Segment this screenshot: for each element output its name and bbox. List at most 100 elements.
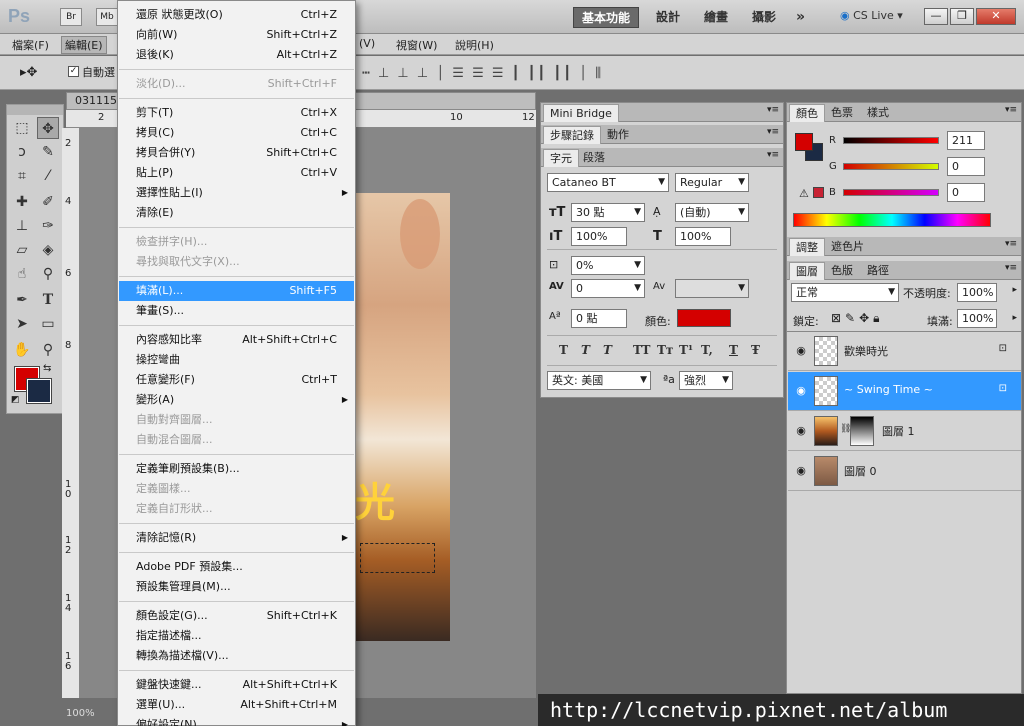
layer-row[interactable]: ◉ 圖層 0: [788, 452, 1021, 491]
lock-icons[interactable]: ⊠✎✥🔒︎: [831, 311, 884, 326]
baseline-shift-field[interactable]: 0 點: [571, 309, 627, 328]
all-caps-button[interactable]: TT: [633, 343, 650, 357]
panel-menu-icon[interactable]: ▾≡: [1005, 105, 1017, 115]
tab-character[interactable]: 字元: [543, 149, 579, 167]
opacity-field[interactable]: 100%: [957, 283, 997, 302]
panel-menu-icon[interactable]: ▾≡: [1005, 239, 1017, 249]
fill-field[interactable]: 100%: [957, 309, 997, 328]
menu-item[interactable]: 定義筆刷預設集(B)...: [119, 459, 354, 479]
visibility-eye-icon[interactable]: ◉: [794, 424, 808, 438]
brush-tool-icon[interactable]: ✐: [37, 191, 59, 213]
menu-item[interactable]: 剪下(T) Ctrl+X: [119, 103, 354, 123]
vertical-scale-field[interactable]: 100%: [571, 227, 627, 246]
panel-menu-icon[interactable]: ▾≡: [1005, 263, 1017, 273]
tab-color[interactable]: 顏色: [789, 104, 825, 122]
tab-styles[interactable]: 樣式: [861, 104, 895, 122]
document-image[interactable]: [340, 193, 450, 641]
tab-mini-bridge[interactable]: Mini Bridge: [543, 104, 619, 122]
layer-name[interactable]: ~ Swing Time ~: [844, 383, 933, 396]
tab-swatches[interactable]: 色票: [825, 104, 859, 122]
layer-row[interactable]: ◉ ⛓ 圖層 1: [788, 412, 1021, 451]
menu-item[interactable]: 偏好設定(N) ▶: [119, 715, 354, 726]
g-slider[interactable]: [843, 163, 939, 170]
layer-name[interactable]: 圖層 0: [844, 463, 877, 479]
menu-item[interactable]: 變形(A) ▶: [119, 390, 354, 410]
move-tool-icon[interactable]: ✥: [37, 117, 59, 139]
r-value[interactable]: 211: [947, 131, 985, 150]
more-workspaces-icon[interactable]: »: [788, 7, 813, 28]
kerning-field[interactable]: 0 ▼: [571, 279, 645, 298]
horizontal-scale-field[interactable]: 100%: [675, 227, 731, 246]
faux-italic-button[interactable]: T: [581, 343, 590, 357]
clone-stamp-tool-icon[interactable]: ⊥: [11, 215, 33, 237]
menu-item[interactable]: 向前(W) Shift+Ctrl+Z: [119, 25, 354, 45]
workspace-design[interactable]: 設計: [648, 7, 688, 28]
mini-bridge-button[interactable]: Mb: [96, 8, 118, 26]
font-size-field[interactable]: 30 點 ▼: [571, 203, 645, 222]
hand-tool-icon[interactable]: ✋: [11, 339, 33, 361]
menu-item[interactable]: 退後(K) Alt+Ctrl+Z: [119, 45, 354, 65]
layer-row-selected[interactable]: ◉ ~ Swing Time ~ ⊡: [788, 372, 1021, 411]
menu-item[interactable]: 預設集管理員(M)...: [119, 577, 354, 597]
workspace-painting[interactable]: 繪畫: [696, 7, 736, 28]
workspace-photography[interactable]: 攝影: [744, 7, 784, 28]
lasso-tool-icon[interactable]: ↄ: [11, 141, 33, 163]
menu-item[interactable]: 拷貝(C) Ctrl+C: [119, 123, 354, 143]
tracking-field[interactable]: ▼: [675, 279, 749, 298]
tools-panel-header[interactable]: [7, 105, 63, 115]
menu-item[interactable]: 還原 狀態更改(O) Ctrl+Z: [119, 5, 354, 25]
zoom-tool-icon[interactable]: ⚲: [37, 339, 59, 361]
tab-history[interactable]: 步驟記錄: [543, 126, 601, 144]
tab-layers[interactable]: 圖層: [789, 262, 825, 280]
paint-bucket-tool-icon[interactable]: ◈: [37, 239, 59, 261]
tab-adjustments[interactable]: 調整: [789, 238, 825, 256]
quick-select-tool-icon[interactable]: ✎: [37, 141, 59, 163]
menu-file[interactable]: 檔案(F): [12, 37, 49, 53]
path-selection-tool-icon[interactable]: ➤: [11, 313, 33, 335]
layer-row[interactable]: ◉ 歡樂時光 ⊡: [788, 332, 1021, 371]
menu-item[interactable]: Adobe PDF 預設集...: [119, 557, 354, 577]
restore-button[interactable]: ❐: [950, 8, 974, 25]
visibility-eye-icon[interactable]: ◉: [794, 344, 808, 358]
antialias-select[interactable]: 強烈 ▼: [679, 371, 733, 390]
menu-item[interactable]: 轉換為描述檔(V)...: [119, 646, 354, 666]
layer-mask-thumbnail[interactable]: [850, 416, 874, 446]
background-color-swatch[interactable]: [26, 378, 52, 404]
panel-menu-icon[interactable]: ▾≡: [767, 105, 779, 115]
visibility-eye-icon[interactable]: ◉: [794, 464, 808, 478]
menu-item[interactable]: 內容感知比率 Alt+Shift+Ctrl+C: [119, 330, 354, 350]
menu-edit[interactable]: 編輯(E): [61, 36, 107, 54]
cs-live-button[interactable]: ◉ CS Live ▾: [840, 9, 903, 22]
menu-item[interactable]: 指定描述檔...: [119, 626, 354, 646]
visibility-eye-icon[interactable]: ◉: [794, 384, 808, 398]
b-slider[interactable]: [843, 189, 939, 196]
menu-item[interactable]: 任意變形(F) Ctrl+T: [119, 370, 354, 390]
minimize-button[interactable]: —: [924, 8, 948, 25]
menu-item[interactable]: 選單(U)... Alt+Shift+Ctrl+M: [119, 695, 354, 715]
tab-masks[interactable]: 遮色片: [825, 238, 870, 256]
close-button[interactable]: ✕: [976, 8, 1016, 25]
healing-brush-tool-icon[interactable]: ✚: [11, 191, 33, 213]
panel-menu-icon[interactable]: ▾≡: [767, 127, 779, 137]
crop-tool-icon[interactable]: ⌗: [11, 165, 33, 187]
blend-mode-select[interactable]: 正常 ▼: [791, 283, 899, 302]
eraser-tool-icon[interactable]: ▱: [11, 239, 33, 261]
superscript-button[interactable]: T¹: [679, 343, 693, 357]
opacity-arrow-icon[interactable]: ▸: [1012, 285, 1017, 295]
swap-colors-icon[interactable]: ⇆: [43, 363, 51, 374]
text-color-swatch[interactable]: [677, 309, 731, 327]
rectangle-tool-icon[interactable]: ▭: [37, 313, 59, 335]
marquee-tool-icon[interactable]: ⬚: [11, 117, 33, 139]
layer-name[interactable]: 歡樂時光: [844, 343, 888, 359]
font-family-select[interactable]: Cataneo BT ▼: [547, 173, 669, 192]
dodge-tool-icon[interactable]: ⚲: [37, 263, 59, 285]
align-buttons-icon[interactable]: ┅ ⊥ ⊥ ⊥ │ ☰ ☰ ☰ ┃ ┃┃ ┃┃ │ ⫼: [362, 66, 603, 81]
faux-bold-button[interactable]: T: [559, 343, 568, 357]
tab-paragraph[interactable]: 段落: [577, 149, 611, 167]
g-value[interactable]: 0: [947, 157, 985, 176]
strikethrough-button[interactable]: Ŧ: [751, 343, 760, 357]
pen-tool-icon[interactable]: ✒: [11, 289, 33, 311]
menu-item[interactable]: 清除記憶(R) ▶: [119, 528, 354, 548]
menu-item[interactable]: 清除(E): [119, 203, 354, 223]
menu-item[interactable]: 填滿(L)... Shift+F5: [119, 281, 354, 301]
